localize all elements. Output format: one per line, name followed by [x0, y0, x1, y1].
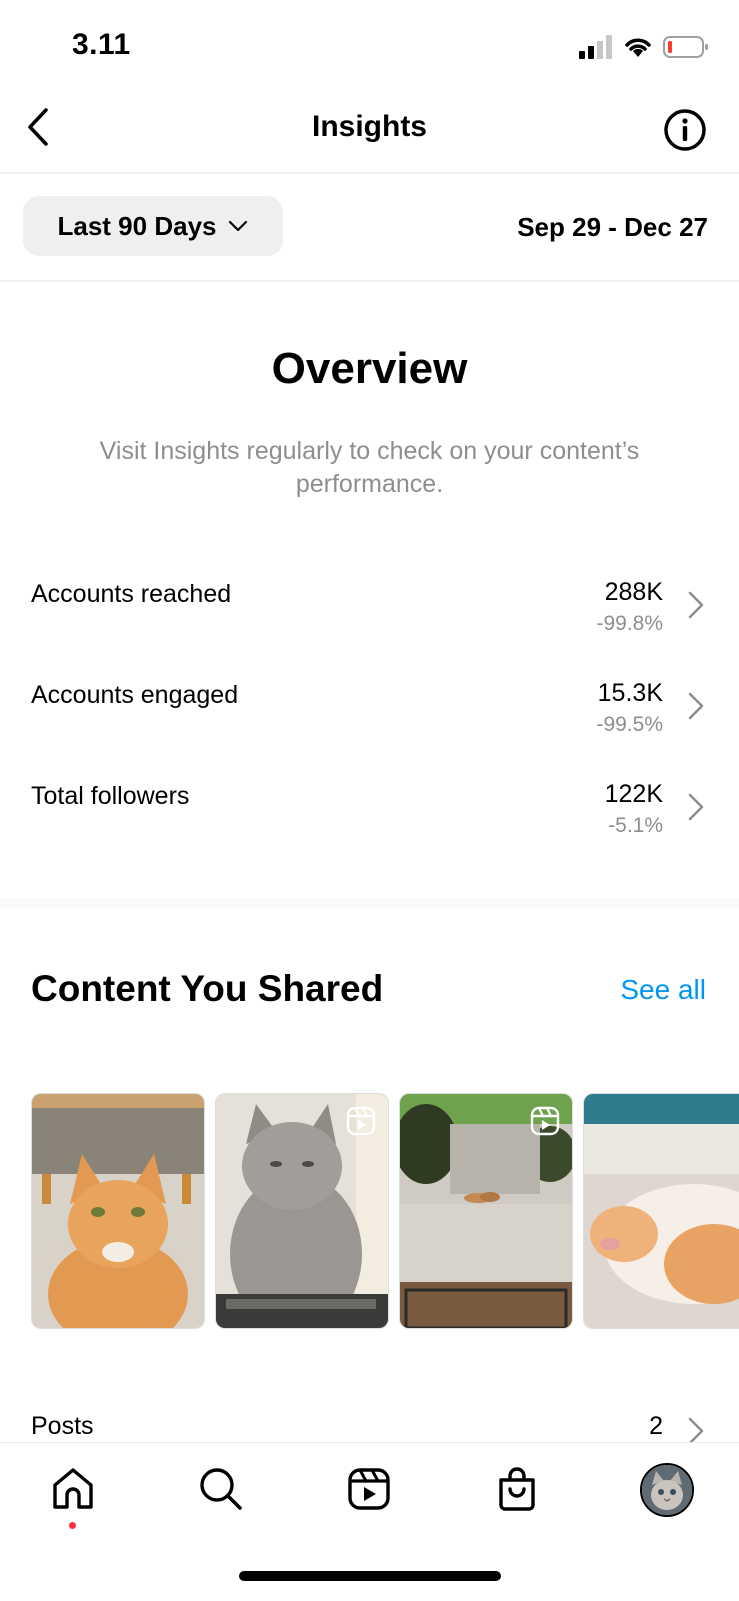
date-range-text: Sep 29 - Dec 27 [517, 212, 708, 242]
metric-value: 288K [604, 578, 663, 606]
battery-icon [663, 36, 708, 58]
home-indicator [239, 1571, 501, 1581]
content-thumbnail[interactable] [583, 1093, 739, 1329]
content-thumbnails [31, 1093, 739, 1329]
metric-label: Accounts engaged [31, 681, 239, 709]
metric-change: -99.5% [596, 713, 663, 736]
metric-accounts-reached[interactable]: Accounts reached 288K -99.8% [0, 572, 739, 662]
posts-label[interactable]: Posts [31, 1412, 94, 1441]
chevron-right-icon [688, 591, 704, 619]
page-title: Insights [311, 110, 427, 143]
see-all-link[interactable]: See all [620, 974, 706, 1006]
metric-change: -99.8% [596, 612, 663, 635]
notification-dot [69, 1522, 76, 1529]
posts-count: 2 [649, 1412, 663, 1440]
overview-subtitle: Visit Insights regularly to check on you… [99, 437, 640, 498]
content-shared-title: Content You Shared [31, 968, 384, 1009]
content-thumbnail[interactable] [31, 1093, 205, 1329]
chevron-down-icon [229, 220, 248, 232]
wifi-icon [625, 38, 651, 57]
metric-value: 15.3K [597, 679, 663, 707]
home-icon[interactable] [49, 1465, 97, 1513]
bottom-tab-bar [0, 1442, 739, 1601]
metric-change: -5.1% [608, 814, 663, 837]
chevron-right-icon [688, 692, 704, 720]
metric-total-followers[interactable]: Total followers 122K -5.1% [0, 774, 739, 864]
content-thumbnail[interactable] [399, 1093, 573, 1329]
status-icons [579, 30, 709, 64]
date-range-label: Last 90 Days [57, 210, 217, 241]
header-divider [0, 172, 739, 174]
signal-icon [579, 35, 612, 59]
content-thumbnail[interactable] [215, 1093, 389, 1329]
filter-divider [0, 280, 739, 282]
date-range-dropdown[interactable]: Last 90 Days [23, 196, 283, 256]
info-icon[interactable] [663, 108, 707, 152]
metric-label: Total followers [31, 782, 190, 810]
chevron-right-icon [688, 793, 704, 821]
reels-icon[interactable] [345, 1465, 393, 1513]
metric-accounts-engaged[interactable]: Accounts engaged 15.3K -99.5% [0, 673, 739, 763]
overview-title: Overview [271, 344, 468, 393]
status-time: 3.11 [72, 28, 131, 61]
section-separator [0, 898, 739, 908]
metric-value: 122K [604, 780, 663, 808]
search-icon[interactable] [197, 1465, 245, 1513]
reel-icon [530, 1106, 560, 1136]
profile-avatar[interactable] [640, 1463, 694, 1517]
reel-icon [346, 1106, 376, 1136]
shop-icon[interactable] [493, 1465, 541, 1513]
metric-label: Accounts reached [31, 580, 232, 608]
